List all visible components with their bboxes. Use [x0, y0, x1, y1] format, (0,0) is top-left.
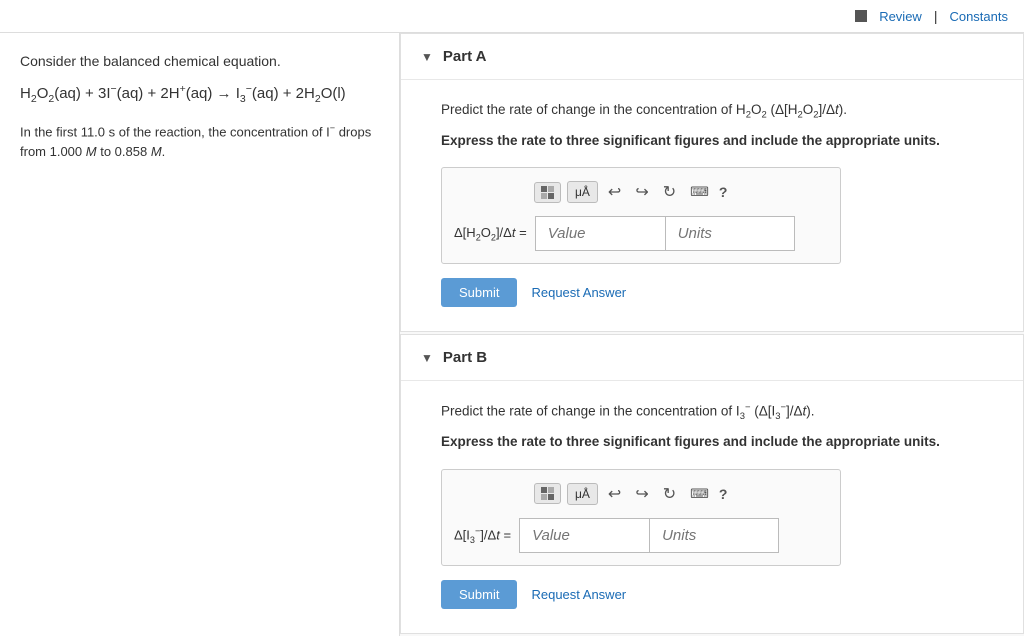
part-a-redo-button[interactable]: ↪ [631, 180, 652, 204]
part-b-body: Predict the rate of change in the concen… [401, 381, 1023, 633]
sidebar-equation: H2O2(aq) + 3I−(aq) + 2H+(aq) → I3−(aq) +… [20, 81, 379, 108]
part-b-mu-button[interactable]: μÅ [567, 483, 598, 505]
part-b-keyboard-icon: ⌨ [690, 486, 709, 501]
part-b-title: Part B [443, 349, 487, 366]
part-b-section: ▼ Part B Predict the rate of change in t… [400, 334, 1024, 634]
part-b-units-input[interactable] [649, 518, 779, 553]
keyboard-icon: ⌨ [690, 184, 709, 199]
part-b-keyboard-button[interactable]: ⌨ [686, 483, 713, 505]
part-a-input-row: Δ[H2O2]/Δt = [454, 216, 828, 251]
part-a-section: ▼ Part A Predict the rate of change in t… [400, 33, 1024, 332]
part-a-arrow-icon: ▼ [421, 50, 433, 64]
part-a-units-input[interactable] [665, 216, 795, 251]
part-a-refresh-button[interactable]: ↻ [659, 180, 680, 204]
part-b-header[interactable]: ▼ Part B [401, 335, 1023, 381]
part-a-request-link[interactable]: Request Answer [531, 285, 626, 300]
part-a-submit-button[interactable]: Submit [441, 278, 517, 307]
part-b-request-link[interactable]: Request Answer [531, 587, 626, 602]
part-b-instruction: Express the rate to three significant fi… [441, 432, 999, 452]
part-a-header[interactable]: ▼ Part A [401, 34, 1023, 80]
part-a-value-input[interactable] [535, 216, 665, 251]
part-a-toolbar: μÅ ↩ ↪ ↻ ⌨ ? [454, 180, 828, 204]
separator: | [934, 8, 938, 24]
part-a-grid-button[interactable] [534, 182, 561, 203]
part-a-question: Predict the rate of change in the concen… [441, 100, 999, 123]
part-b-arrow-icon: ▼ [421, 351, 433, 365]
constants-link[interactable]: Constants [949, 9, 1008, 24]
part-b-question: Predict the rate of change in the concen… [441, 401, 999, 424]
part-a-answer-box: μÅ ↩ ↪ ↻ ⌨ ? Δ[H2O2]/Δt = [441, 167, 841, 264]
part-b-answer-box: μÅ ↩ ↪ ↻ ⌨ ? Δ[I3−]/Δt = [441, 469, 841, 566]
part-a-instruction: Express the rate to three significant fi… [441, 131, 999, 151]
part-b-grid-button[interactable] [534, 483, 561, 504]
grid-icon [541, 186, 554, 199]
part-b-submit-button[interactable]: Submit [441, 580, 517, 609]
content-area: ▼ Part A Predict the rate of change in t… [400, 33, 1024, 636]
part-a-title: Part A [443, 48, 487, 65]
sidebar-intro: Consider the balanced chemical equation. [20, 53, 379, 69]
part-b-action-row: Submit Request Answer [441, 580, 999, 609]
part-a-body: Predict the rate of change in the concen… [401, 80, 1023, 331]
part-b-help-button[interactable]: ? [719, 486, 728, 502]
part-a-input-label: Δ[H2O2]/Δt = [454, 225, 527, 243]
part-b-input-row: Δ[I3−]/Δt = [454, 518, 828, 553]
part-a-mu-button[interactable]: μÅ [567, 181, 598, 203]
sidebar-note: In the first 11.0 s of the reaction, the… [20, 122, 379, 161]
part-b-input-label: Δ[I3−]/Δt = [454, 526, 511, 545]
review-link[interactable]: Review [879, 9, 922, 24]
part-a-help-button[interactable]: ? [719, 184, 728, 200]
main-layout: Consider the balanced chemical equation.… [0, 33, 1024, 636]
part-b-redo-button[interactable]: ↪ [631, 482, 652, 506]
part-b-refresh-button[interactable]: ↻ [659, 482, 680, 506]
part-a-keyboard-button[interactable]: ⌨ [686, 181, 713, 203]
part-a-action-row: Submit Request Answer [441, 278, 999, 307]
sidebar: Consider the balanced chemical equation.… [0, 33, 400, 636]
part-b-value-input[interactable] [519, 518, 649, 553]
top-bar: Review | Constants [0, 0, 1024, 33]
part-a-undo-button[interactable]: ↩ [604, 180, 625, 204]
part-b-toolbar: μÅ ↩ ↪ ↻ ⌨ ? [454, 482, 828, 506]
part-b-grid-icon [541, 487, 554, 500]
review-icon [855, 10, 867, 22]
part-b-undo-button[interactable]: ↩ [604, 482, 625, 506]
